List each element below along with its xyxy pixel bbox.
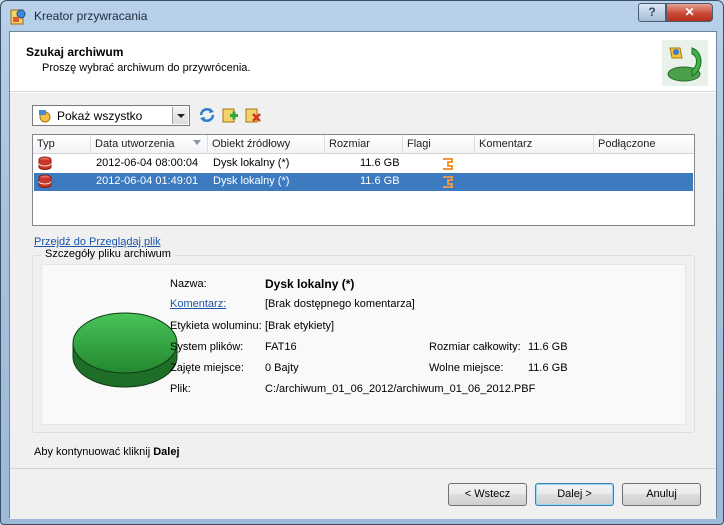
column-header-connected[interactable]: Podłączone [594, 135, 694, 154]
next-button[interactable]: Dalej > [535, 483, 614, 506]
title-bar[interactable]: Kreator przywracania ? ✕ [1, 1, 723, 31]
continue-hint: Aby kontynuować kliknij Dalej [34, 446, 180, 458]
row-date: 2012-06-04 01:49:01 [96, 175, 199, 187]
window-title: Kreator przywracania [34, 9, 148, 23]
wizard-header: Szukaj archiwum Proszę wybrać archiwum d… [10, 32, 716, 92]
wizard-window: Kreator przywracania ? ✕ Szukaj archiwum… [0, 0, 724, 525]
column-header-type[interactable]: Typ [33, 135, 91, 154]
row-date: 2012-06-04 08:00:04 [96, 157, 199, 169]
archive-database-icon [38, 174, 52, 188]
flag-icon [443, 176, 453, 188]
row-source: Dysk lokalny (*) [213, 175, 290, 187]
restore-wizard-app-icon [10, 9, 26, 25]
used-space-label: Zajęte miejsce: [170, 362, 244, 374]
column-header-source[interactable]: Obiekt źródłowy [208, 135, 325, 154]
table-row[interactable]: 2012-06-04 08:00:04 Dysk lokalny (*) 11.… [34, 155, 693, 173]
archive-table: Typ Data utworzenia Obiekt źródłowy Rozm… [32, 134, 695, 226]
name-label: Nazwa: [170, 278, 207, 290]
dropdown-arrow-button[interactable] [172, 107, 188, 124]
file-path-value: C:/archiwum_01_06_2012/archiwum_01_06_20… [265, 383, 536, 395]
sort-descending-icon [193, 140, 201, 145]
filesystem-label: System plików: [170, 341, 244, 353]
total-size-label: Rozmiar całkowity: [429, 341, 521, 353]
row-size: 11.6 GB [360, 175, 400, 187]
free-space-label: Wolne miejsce: [429, 362, 504, 374]
browse-file-link[interactable]: Przejdź do Przeglądaj plik [34, 236, 161, 248]
cancel-button[interactable]: Anuluj [622, 483, 701, 506]
column-header-date[interactable]: Data utworzenia [91, 135, 208, 154]
total-size-value: 11.6 GB [528, 341, 568, 353]
used-space-value: 0 Bajty [265, 362, 299, 374]
page-title: Szukaj archiwum [26, 45, 124, 59]
column-header-size[interactable]: Rozmiar [325, 135, 403, 154]
archive-details-group: Szczegóły pliku archiwum Nazwa: Dysk lok… [32, 248, 695, 433]
flag-icon [443, 158, 453, 170]
refresh-icon[interactable] [198, 106, 216, 124]
back-button[interactable]: < Wstecz [448, 483, 527, 506]
details-panel: Nazwa: Dysk lokalny (*) Komentarz: [Brak… [41, 264, 686, 425]
filesystem-value: FAT16 [265, 341, 297, 353]
page-subtitle: Proszę wybrać archiwum do przywrócenia. [42, 62, 251, 74]
archive-database-icon [38, 156, 52, 170]
wizard-body: Pokaż wszystko Typ Data utworzenia Obiek… [10, 93, 716, 519]
name-value: Dysk lokalny (*) [265, 277, 355, 291]
remove-archive-icon[interactable] [244, 106, 262, 124]
filter-selected-value: Pokaż wszystko [57, 109, 143, 123]
continue-hint-prefix: Aby kontynuować kliknij [34, 446, 154, 458]
volume-label: Etykieta woluminu: [170, 320, 262, 332]
file-label: Plik: [170, 383, 191, 395]
comment-link[interactable]: Komentarz: [170, 298, 226, 310]
help-button[interactable]: ? [638, 3, 666, 22]
wizard-client-area: Szukaj archiwum Proszę wybrać archiwum d… [9, 31, 717, 519]
close-button[interactable]: ✕ [666, 3, 713, 22]
show-all-icon [39, 110, 51, 123]
comment-value: [Brak dostępnego komentarza] [265, 298, 415, 310]
table-row-selected[interactable]: 2012-06-04 01:49:01 Dysk lokalny (*) 11.… [34, 173, 693, 191]
chevron-down-icon [177, 114, 185, 118]
column-header-flags[interactable]: Flagi [403, 135, 475, 154]
wizard-graphic-icon [662, 40, 708, 86]
continue-hint-bold: Dalej [153, 446, 180, 458]
free-space-value: 11.6 GB [528, 362, 568, 374]
details-legend: Szczegóły pliku archiwum [41, 248, 175, 260]
volume-value: [Brak etykiety] [265, 320, 335, 332]
row-source: Dysk lokalny (*) [213, 157, 290, 169]
footer-divider [10, 468, 716, 469]
table-header: Typ Data utworzenia Obiekt źródłowy Rozm… [33, 135, 694, 154]
add-archive-icon[interactable] [221, 106, 239, 124]
disk-icon [72, 312, 178, 388]
column-header-comment[interactable]: Komentarz [475, 135, 594, 154]
filter-dropdown[interactable]: Pokaż wszystko [32, 105, 190, 126]
column-header-date-label: Data utworzenia [95, 138, 175, 150]
row-size: 11.6 GB [360, 157, 400, 169]
